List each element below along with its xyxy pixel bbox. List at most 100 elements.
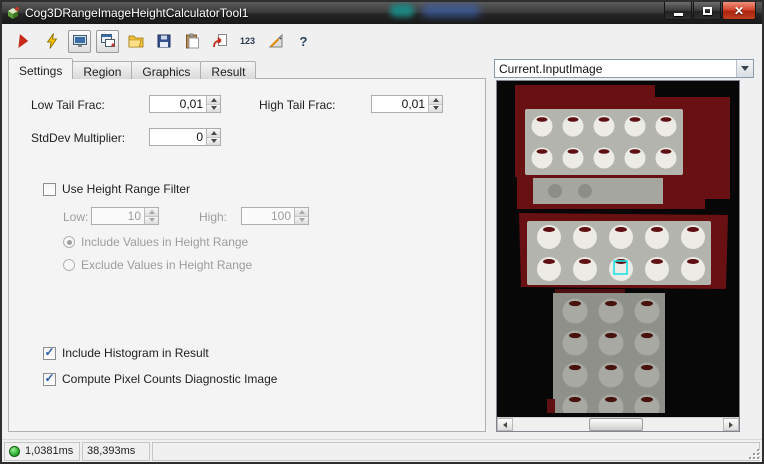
range-high-label: High: — [199, 210, 228, 224]
high-tail-frac-spin-up[interactable] — [429, 96, 442, 104]
tool-edit-window: Cog3DRangeImageHeightCalculatorTool1 ✕ 1… — [0, 0, 764, 464]
chevron-down-icon — [741, 66, 749, 71]
exclude-values-label: Exclude Values in Height Range — [81, 258, 253, 272]
include-values-radio: Include Values in Height Range — [63, 235, 248, 249]
import-tool-button[interactable] — [208, 30, 231, 53]
status-led-icon — [9, 445, 20, 457]
settings-tab-page: Low Tail Frac: High Tail Frac: StdDev Mu… — [8, 78, 486, 432]
lightning-icon — [46, 33, 57, 49]
run-time-text: 1,0381ms — [25, 445, 74, 457]
range-high-value — [242, 208, 294, 224]
image-selector-combobox[interactable]: Current.InputImage — [494, 59, 754, 78]
radio-icon — [63, 259, 75, 271]
range-high-spin-up — [295, 208, 308, 216]
minimize-button[interactable] — [664, 2, 692, 20]
status-bar: 1,0381ms 38,393ms — [2, 439, 762, 462]
toolbar: 123 ? — [6, 26, 758, 56]
set-square-icon — [268, 33, 282, 48]
use-height-range-filter-label: Use Height Range Filter — [62, 182, 191, 196]
tab-label: Result — [211, 65, 246, 79]
clipboard-icon — [185, 33, 199, 49]
high-tail-frac-input[interactable] — [371, 95, 443, 113]
help-icon: ? — [299, 33, 308, 49]
status-spacer-panel — [152, 441, 760, 461]
range-low-label: Low: — [63, 210, 89, 224]
tab-label: Settings — [19, 64, 63, 78]
minimize-icon — [673, 12, 683, 16]
titlebar-glass-reflection — [422, 4, 480, 17]
combo-dropdown-button[interactable] — [736, 60, 753, 77]
window-title: Cog3DRangeImageHeightCalculatorTool1 — [25, 6, 249, 20]
tab-result[interactable]: Result — [200, 61, 257, 79]
run-tool-button[interactable] — [12, 30, 35, 53]
scroll-right-button[interactable] — [723, 418, 739, 431]
low-tail-frac-label: Low Tail Frac: — [31, 98, 105, 112]
checkbox-icon — [43, 372, 56, 386]
range-image — [497, 81, 739, 417]
maximize-button[interactable] — [693, 2, 721, 20]
range-low-value — [92, 208, 144, 224]
app-icon — [8, 7, 19, 19]
close-button[interactable]: ✕ — [722, 2, 756, 20]
exclude-values-radio: Exclude Values in Height Range — [63, 258, 252, 272]
status-total-time-panel: 38,393ms — [82, 441, 150, 461]
calibration-button[interactable] — [264, 30, 287, 53]
high-tail-frac-label: High Tail Frac: — [259, 98, 336, 112]
titlebar-glass-reflection — [390, 4, 414, 17]
range-low-spin-down — [145, 215, 158, 224]
stddev-multiplier-value[interactable] — [150, 129, 206, 145]
pixel-grid-values-button[interactable]: 123 — [236, 30, 259, 53]
scrollbar-track[interactable] — [513, 418, 723, 431]
high-tail-frac-value[interactable] — [372, 96, 428, 112]
show-image-display-button[interactable] — [68, 29, 91, 53]
selected-image-name: Current.InputImage — [499, 61, 603, 76]
checkbox-icon — [43, 346, 56, 360]
image-display[interactable] — [496, 80, 740, 432]
scroll-right-icon — [729, 421, 733, 428]
scrollbar-thumb[interactable] — [588, 418, 644, 431]
checkbox-icon — [43, 182, 56, 196]
run-icon — [17, 34, 28, 48]
image-display-icon — [72, 35, 87, 47]
range-low-input — [91, 207, 159, 225]
tab-graphics[interactable]: Graphics — [131, 61, 202, 79]
scroll-left-button[interactable] — [497, 418, 513, 431]
compute-pixel-counts-label: Compute Pixel Counts Diagnostic Image — [62, 372, 278, 386]
horizontal-scrollbar[interactable] — [497, 417, 739, 431]
use-height-range-filter-checkbox[interactable]: Use Height Range Filter — [43, 182, 190, 196]
low-tail-frac-spin-up[interactable] — [207, 96, 220, 104]
status-run-time-panel: 1,0381ms — [4, 441, 80, 461]
auto-run-electric-button[interactable] — [40, 30, 63, 53]
radio-icon — [63, 236, 75, 248]
stddev-multiplier-label: StdDev Multiplier: — [31, 131, 126, 145]
titlebar[interactable]: Cog3DRangeImageHeightCalculatorTool1 ✕ — [2, 2, 762, 24]
include-histogram-checkbox[interactable]: Include Histogram in Result — [43, 346, 209, 360]
stddev-multiplier-input[interactable] — [149, 128, 221, 146]
range-low-spin-up — [145, 208, 158, 216]
stddev-spin-up[interactable] — [207, 129, 220, 137]
paste-button[interactable] — [180, 30, 203, 53]
tab-region[interactable]: Region — [72, 61, 133, 79]
pixel-grid-values-icon: 123 — [239, 36, 256, 46]
maximize-icon — [702, 6, 712, 15]
floppy-disk-icon — [157, 34, 170, 48]
stddev-spin-down[interactable] — [207, 136, 220, 145]
compute-pixel-counts-checkbox[interactable]: Compute Pixel Counts Diagnostic Image — [43, 372, 277, 386]
scroll-left-icon — [503, 421, 507, 428]
save-file-button[interactable] — [152, 30, 175, 53]
tab-strip: Settings Region Graphics Result — [8, 58, 257, 79]
close-icon: ✕ — [733, 3, 745, 18]
high-tail-frac-spin-down[interactable] — [429, 103, 442, 112]
low-tail-frac-input[interactable] — [149, 95, 221, 113]
float-image-display-button[interactable] — [96, 29, 119, 53]
import-arrow-icon — [212, 34, 227, 48]
tab-settings[interactable]: Settings — [8, 58, 74, 79]
include-histogram-label: Include Histogram in Result — [62, 346, 209, 360]
include-values-label: Include Values in Height Range — [81, 235, 249, 249]
low-tail-frac-value[interactable] — [150, 96, 206, 112]
low-tail-frac-spin-down[interactable] — [207, 103, 220, 112]
open-file-button[interactable] — [124, 30, 147, 53]
help-button[interactable]: ? — [292, 30, 315, 53]
open-folder-icon — [128, 35, 143, 48]
resize-grip[interactable] — [747, 447, 759, 459]
